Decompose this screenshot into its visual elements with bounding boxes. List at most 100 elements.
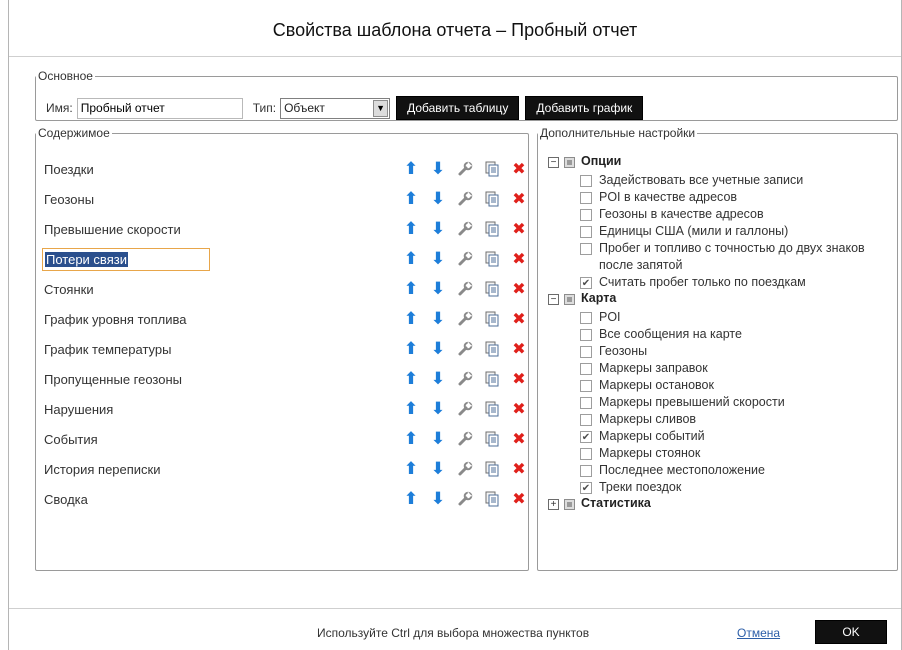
copy-icon[interactable] [481,459,503,479]
arrow-down-icon[interactable]: ⬇ [427,309,449,329]
delete-icon[interactable]: ✖ [508,159,530,179]
checkbox[interactable] [580,312,592,324]
arrow-up-icon[interactable]: ⬆ [400,369,422,389]
arrow-up-icon[interactable]: ⬆ [400,429,422,449]
tree-option[interactable]: ✔ Треки поездок [548,479,888,496]
content-item[interactable]: История переписки ⬆ ⬇ ✖ [44,454,526,484]
tree-option[interactable]: Маркеры сливов [548,411,888,428]
arrow-up-icon[interactable]: ⬆ [400,279,422,299]
wrench-icon[interactable] [454,369,476,389]
tree-option[interactable]: Маркеры заправок [548,360,888,377]
tree-option[interactable]: Пробег и топливо с точностью до двух зна… [548,240,888,274]
arrow-down-icon[interactable]: ⬇ [427,399,449,419]
content-item-edit-field[interactable]: Потери связи [42,247,210,271]
content-item[interactable]: События ⬆ ⬇ ✖ [44,424,526,454]
arrow-up-icon[interactable]: ⬆ [400,489,422,509]
wrench-icon[interactable] [454,399,476,419]
content-item[interactable]: Потери связи ⬆ ⬇ ✖ [42,244,526,274]
copy-icon[interactable] [481,489,503,509]
tree-option[interactable]: POI в качестве адресов [548,189,888,206]
arrow-down-icon[interactable]: ⬇ [427,459,449,479]
collapse-icon[interactable]: − [548,157,559,168]
content-item[interactable]: Пропущенные геозоны ⬆ ⬇ ✖ [44,364,526,394]
checkbox[interactable] [580,465,592,477]
tree-option[interactable]: Все сообщения на карте [548,326,888,343]
copy-icon[interactable] [481,189,503,209]
wrench-icon[interactable] [454,279,476,299]
wrench-icon[interactable] [454,249,476,269]
checkbox[interactable] [580,192,592,204]
content-item[interactable]: График температуры ⬆ ⬇ ✖ [44,334,526,364]
delete-icon[interactable]: ✖ [508,459,530,479]
tree-option[interactable]: Задействовать все учетные записи [548,172,888,189]
delete-icon[interactable]: ✖ [508,429,530,449]
copy-icon[interactable] [481,369,503,389]
delete-icon[interactable]: ✖ [508,279,530,299]
arrow-up-icon[interactable]: ⬆ [400,309,422,329]
arrow-down-icon[interactable]: ⬇ [427,489,449,509]
content-item[interactable]: Нарушения ⬆ ⬇ ✖ [44,394,526,424]
content-item[interactable]: Геозоны ⬆ ⬇ ✖ [44,184,526,214]
arrow-up-icon[interactable]: ⬆ [400,159,422,179]
checkbox[interactable] [580,363,592,375]
copy-icon[interactable] [481,159,503,179]
delete-icon[interactable]: ✖ [508,489,530,509]
checkbox[interactable] [580,226,592,238]
arrow-up-icon[interactable]: ⬆ [400,189,422,209]
checkbox[interactable] [580,243,592,255]
wrench-icon[interactable] [454,219,476,239]
tree-option[interactable]: ✔ Считать пробег только по поездкам [548,274,888,291]
checkbox-checked[interactable]: ✔ [580,482,592,494]
copy-icon[interactable] [481,429,503,449]
copy-icon[interactable] [481,249,503,269]
copy-icon[interactable] [481,279,503,299]
checkbox-checked[interactable]: ✔ [580,277,592,289]
checkbox[interactable] [580,175,592,187]
delete-icon[interactable]: ✖ [508,369,530,389]
arrow-down-icon[interactable]: ⬇ [427,279,449,299]
arrow-up-icon[interactable]: ⬆ [400,459,422,479]
wrench-icon[interactable] [454,459,476,479]
copy-icon[interactable] [481,219,503,239]
content-item[interactable]: График уровня топлива ⬆ ⬇ ✖ [44,304,526,334]
content-item[interactable]: Сводка ⬆ ⬇ ✖ [44,484,526,514]
tree-option[interactable]: POI [548,309,888,326]
checkbox[interactable] [580,209,592,221]
delete-icon[interactable]: ✖ [508,309,530,329]
delete-icon[interactable]: ✖ [508,189,530,209]
delete-icon[interactable]: ✖ [508,249,530,269]
tree-option[interactable]: ✔ Маркеры событий [548,428,888,445]
checkbox[interactable] [580,329,592,341]
add-table-button[interactable]: Добавить таблицу [396,96,520,120]
content-item[interactable]: Превышение скорости ⬆ ⬇ ✖ [44,214,526,244]
checkbox[interactable] [580,448,592,460]
tree-option[interactable]: Маркеры остановок [548,377,888,394]
arrow-down-icon[interactable]: ⬇ [427,189,449,209]
arrow-down-icon[interactable]: ⬇ [427,369,449,389]
wrench-icon[interactable] [454,429,476,449]
content-item[interactable]: Стоянки ⬆ ⬇ ✖ [44,274,526,304]
wrench-icon[interactable] [454,489,476,509]
arrow-up-icon[interactable]: ⬆ [400,399,422,419]
checkbox[interactable] [580,414,592,426]
type-select[interactable]: Объект ▼ [280,97,391,119]
arrow-up-icon[interactable]: ⬆ [400,339,422,359]
copy-icon[interactable] [481,399,503,419]
copy-icon[interactable] [481,339,503,359]
ok-button[interactable]: OK [815,620,887,644]
wrench-icon[interactable] [454,189,476,209]
wrench-icon[interactable] [454,309,476,329]
arrow-up-icon[interactable]: ⬆ [400,219,422,239]
wrench-icon[interactable] [454,339,476,359]
chevron-down-icon[interactable]: ▼ [373,99,389,117]
partial-check-icon[interactable] [564,294,575,305]
arrow-down-icon[interactable]: ⬇ [427,429,449,449]
checkbox[interactable] [580,397,592,409]
delete-icon[interactable]: ✖ [508,219,530,239]
arrow-down-icon[interactable]: ⬇ [427,219,449,239]
delete-icon[interactable]: ✖ [508,399,530,419]
tree-group[interactable]: − Опции [548,154,888,172]
arrow-down-icon[interactable]: ⬇ [427,159,449,179]
content-item[interactable]: Поездки ⬆ ⬇ ✖ [44,154,526,184]
add-chart-button[interactable]: Добавить график [525,96,644,120]
